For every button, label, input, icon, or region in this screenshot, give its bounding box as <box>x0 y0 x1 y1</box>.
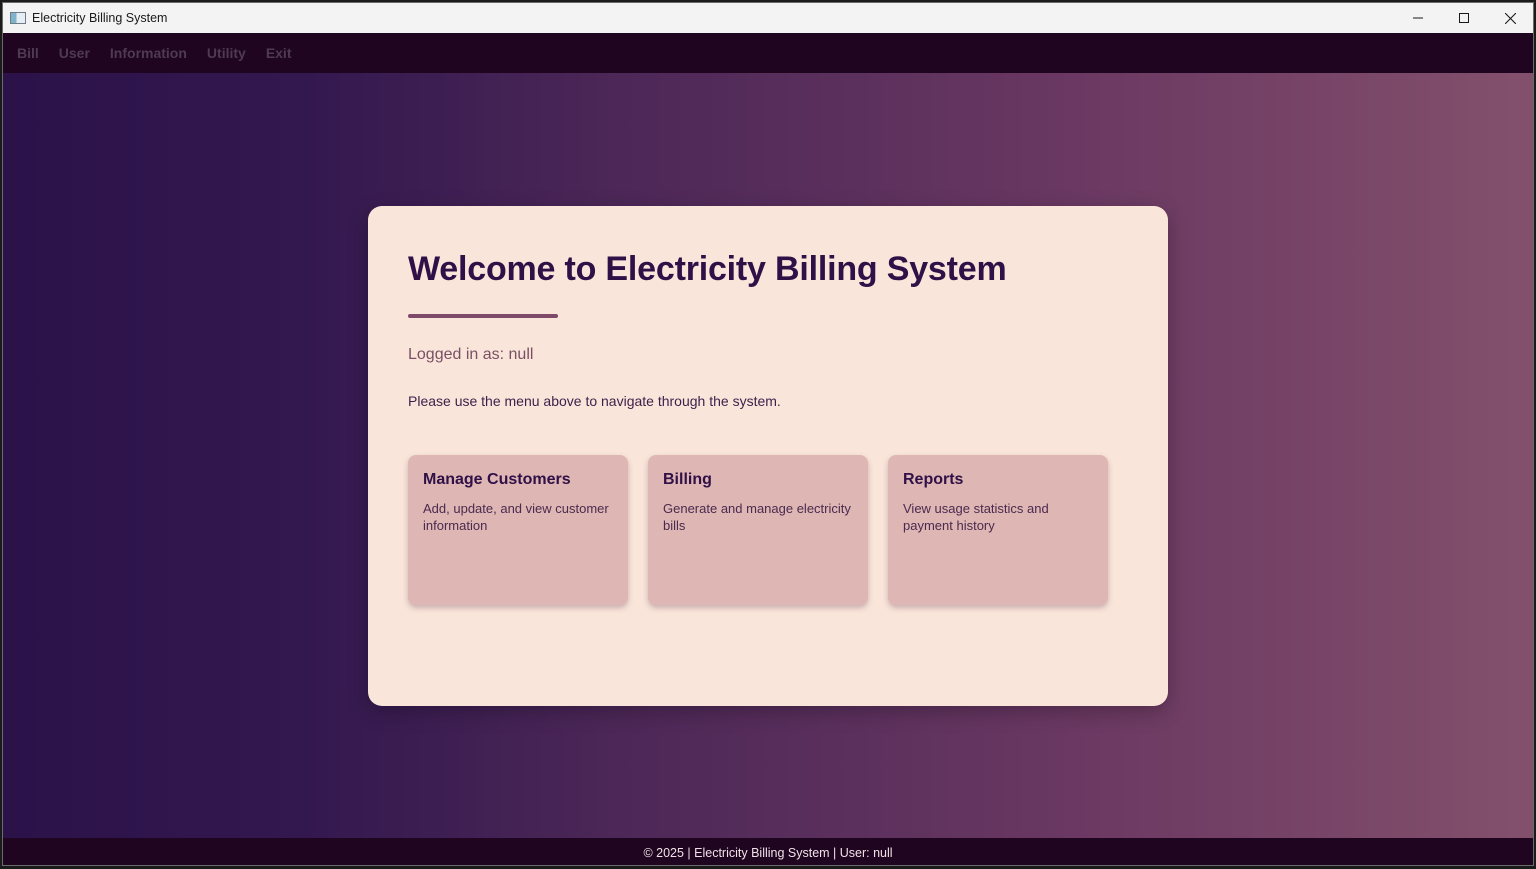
menu-bar: Bill User Information Utility Exit <box>3 33 1533 73</box>
title-underline <box>408 314 558 318</box>
menu-utility[interactable]: Utility <box>197 45 256 61</box>
title-bar[interactable]: Electricity Billing System <box>3 3 1533 33</box>
menu-information[interactable]: Information <box>100 45 197 61</box>
main-content: Welcome to Electricity Billing System Lo… <box>3 73 1533 838</box>
app-window: Electricity Billing System Bill User Inf… <box>2 2 1534 866</box>
feature-tiles: Manage Customers Add, update, and view c… <box>408 455 1108 605</box>
maximize-icon <box>1459 13 1469 23</box>
tile-billing[interactable]: Billing Generate and manage electricity … <box>648 455 868 605</box>
page-title: Welcome to Electricity Billing System <box>408 250 1007 288</box>
close-icon <box>1504 12 1516 24</box>
menu-exit[interactable]: Exit <box>256 45 302 61</box>
close-button[interactable] <box>1487 3 1533 33</box>
tile-description: Add, update, and view customer informati… <box>423 501 609 533</box>
maximize-button[interactable] <box>1441 3 1487 33</box>
tile-description: Generate and manage electricity bills <box>663 501 851 533</box>
window-controls <box>1395 3 1533 33</box>
status-bar: © 2025 | Electricity Billing System | Us… <box>3 838 1533 865</box>
tile-title: Reports <box>903 471 964 488</box>
menu-user[interactable]: User <box>49 45 100 61</box>
tile-reports[interactable]: Reports View usage statistics and paymen… <box>888 455 1108 605</box>
minimize-button[interactable] <box>1395 3 1441 33</box>
minimize-icon <box>1413 17 1423 19</box>
welcome-card: Welcome to Electricity Billing System Lo… <box>368 206 1168 706</box>
tile-title: Manage Customers <box>423 471 571 488</box>
tile-description: View usage statistics and payment histor… <box>903 501 1049 533</box>
menu-bill[interactable]: Bill <box>7 45 49 61</box>
status-text: © 2025 | Electricity Billing System | Us… <box>643 845 893 860</box>
tile-manage-customers[interactable]: Manage Customers Add, update, and view c… <box>408 455 628 605</box>
window-title: Electricity Billing System <box>32 11 168 25</box>
app-icon <box>10 12 26 24</box>
logged-in-label: Logged in as: null <box>408 346 534 363</box>
instruction-text: Please use the menu above to navigate th… <box>408 393 781 409</box>
tile-title: Billing <box>663 471 712 488</box>
